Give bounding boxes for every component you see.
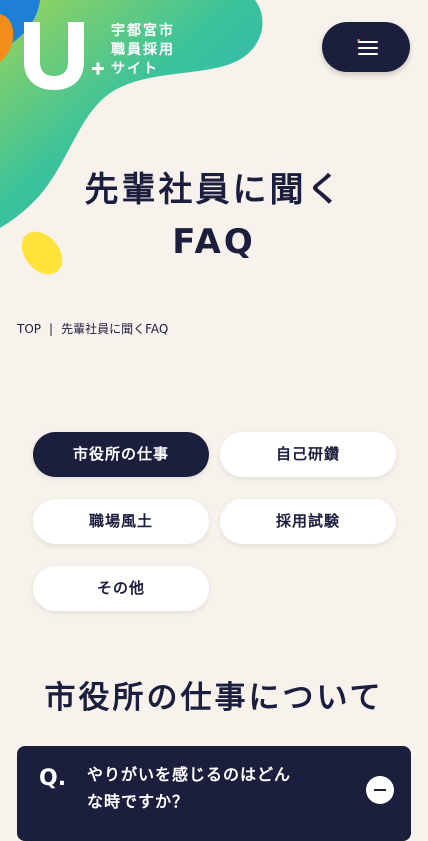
faq-item[interactable]: Q. やりがいを感じるのはどん な時ですか？ xyxy=(17,746,411,841)
menu-button[interactable] xyxy=(322,22,410,72)
faq-question: やりがいを感じるのはどん な時ですか？ xyxy=(87,761,357,815)
page-title: 先輩社員に聞く FAQ xyxy=(0,164,428,268)
faq-question-line-2: な時ですか？ xyxy=(87,792,190,811)
breadcrumb-home-link[interactable]: TOP xyxy=(17,322,41,336)
faq-question-line-1: やりがいを感じるのはどん xyxy=(87,765,292,784)
site-title[interactable]: 宇都宮市 職員採用 サイト xyxy=(111,22,191,79)
breadcrumb-current: 先輩社員に聞くFAQ xyxy=(61,322,169,336)
page-title-line-2: FAQ xyxy=(172,222,256,262)
page-title-line-1: 先輩社員に聞く xyxy=(84,170,344,210)
site-title-line-3: サイト xyxy=(111,61,159,77)
tab-recruitment-exam[interactable]: 採用試験 xyxy=(220,499,396,544)
site-title-line-1: 宇都宮市 xyxy=(111,23,175,39)
tab-workplace-culture[interactable]: 職場風土 xyxy=(33,499,209,544)
section-heading: 市役所の仕事について xyxy=(44,680,384,716)
site-logo[interactable] xyxy=(20,20,106,90)
tab-city-hall-work[interactable]: 市役所の仕事 xyxy=(33,432,209,477)
tab-other[interactable]: その他 xyxy=(33,566,209,611)
breadcrumb: TOP | 先輩社員に聞くFAQ xyxy=(17,320,168,337)
tab-self-improvement[interactable]: 自己研鑽 xyxy=(220,432,396,477)
breadcrumb-separator: | xyxy=(49,322,54,336)
question-mark-label: Q. xyxy=(39,766,67,791)
site-title-line-2: 職員採用 xyxy=(111,42,175,58)
collapse-toggle-minus-icon[interactable] xyxy=(366,776,394,804)
